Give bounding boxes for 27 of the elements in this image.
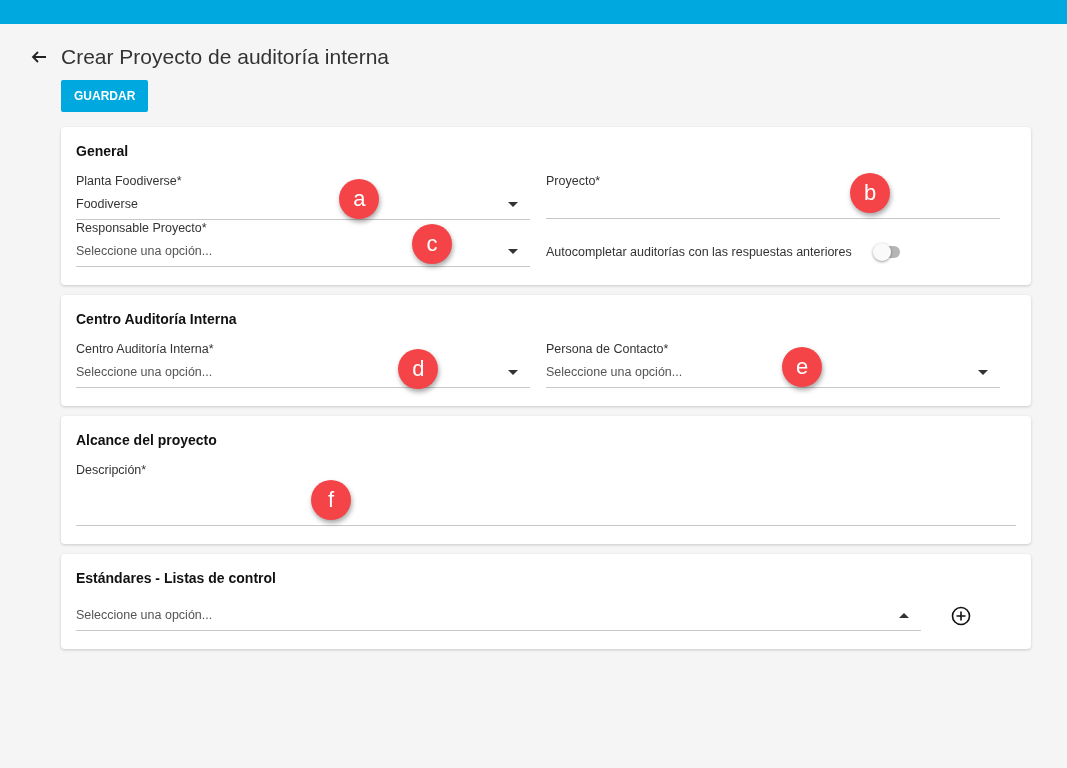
annotation-marker: b [850, 173, 891, 213]
section-title: Estándares - Listas de control [76, 570, 277, 586]
field-placeholder: Seleccione una opción... [76, 608, 213, 622]
annotation-marker: a [339, 179, 380, 219]
section-title: General [76, 143, 130, 159]
annotation-marker: e [782, 347, 823, 387]
field-label: Planta Foodiverse* [76, 173, 183, 189]
section-title: Centro Auditoría Interna [76, 311, 238, 327]
field-placeholder: Seleccione una opción... [546, 365, 683, 379]
annotation-marker: d [398, 349, 439, 389]
add-circle-icon[interactable] [951, 605, 971, 626]
field-label: Descripción* [76, 462, 148, 478]
toggle-label: Autocompletar auditorías con las respuestas anteriores [546, 244, 852, 259]
toggle-switch[interactable] [875, 245, 900, 258]
page-title: Crear Proyecto de auditoría interna [61, 45, 389, 69]
annotation-marker: f [311, 480, 351, 520]
field-value: Foodiverse [76, 197, 138, 211]
section-title: Alcance del proyecto [76, 432, 218, 448]
field-label: Persona de Contacto* [546, 341, 670, 357]
field-label: Responsable Proyecto* [76, 220, 208, 236]
annotation-marker: c [411, 224, 452, 264]
field-label: Proyecto* [546, 173, 602, 189]
dropdown-field[interactable]: Seleccione una opción... [76, 600, 921, 631]
field-placeholder: Seleccione una opción... [76, 365, 213, 379]
field-label: Centro Auditoría Interna* [76, 341, 215, 357]
field-placeholder: Seleccione una opción... [76, 244, 213, 258]
back-arrow-icon[interactable] [31, 49, 47, 65]
